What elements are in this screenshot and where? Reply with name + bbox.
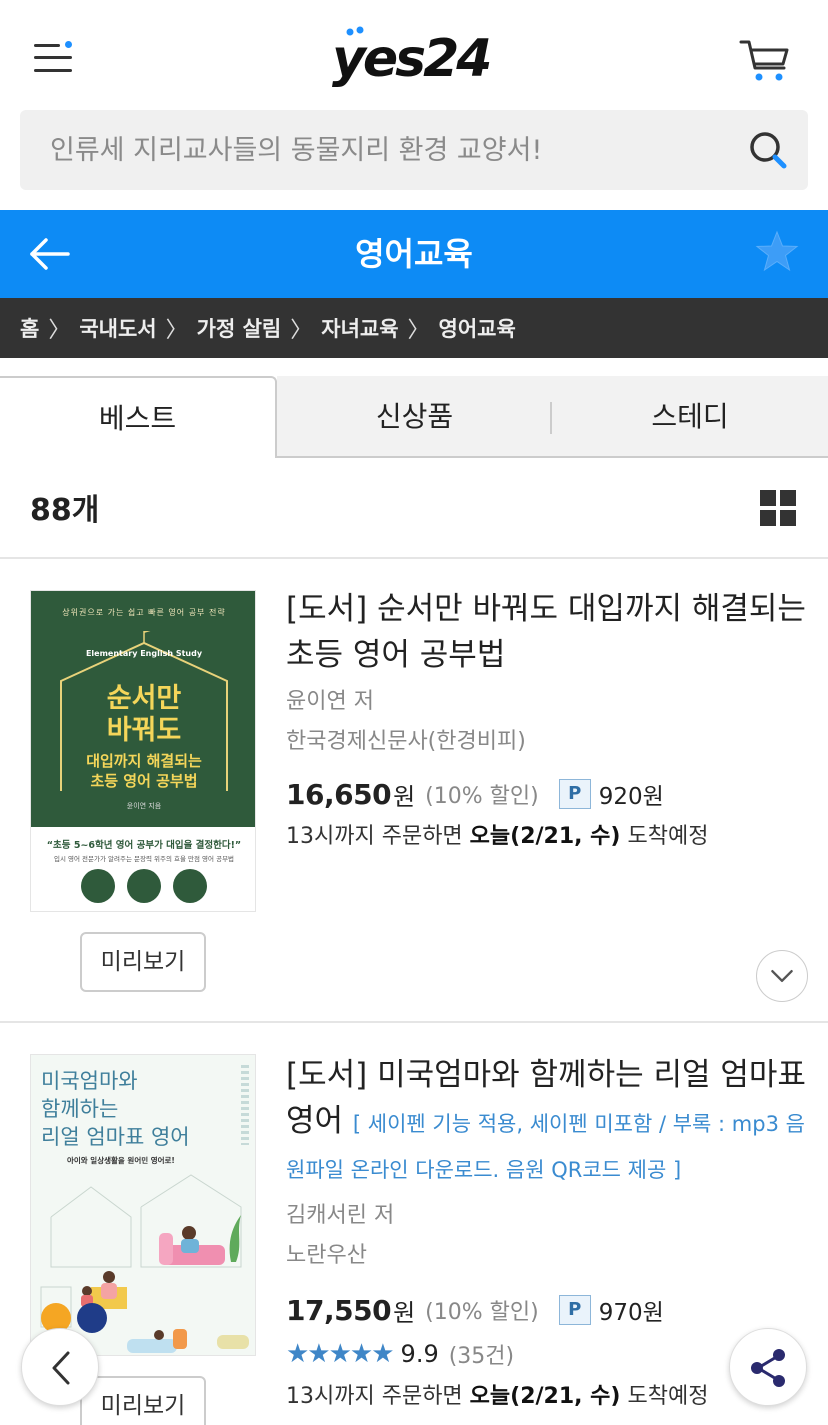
delivery-suffix: 도착예정 [627, 824, 709, 849]
logo-text: yes24 [332, 29, 490, 89]
delivery-prefix: 13시까지 주문하면 [286, 824, 463, 849]
cover-title: 미국엄마와 함께하는 리얼 엄마표 영어 [41, 1067, 190, 1151]
book-info: [도서] 미국엄마와 함께하는 리얼 엄마표 영어 [ 세이펜 기능 적용, 세… [286, 1052, 806, 1418]
delivery-info: 13시까지 주문하면 오늘(2/21, 수) 도착예정 [286, 816, 806, 858]
floating-share-button[interactable] [729, 1328, 807, 1406]
book-cover[interactable]: 상위권으로 가는 쉽고 빠른 영어 공부 전략 Elementary Engli… [30, 590, 256, 912]
rating-row: ★★★★★ 9.9 (35건) [286, 1332, 806, 1376]
page-title: 영어교육 [355, 235, 473, 273]
book-price: 16,650 [286, 777, 392, 811]
cover-title-3: 리얼 엄마표 영어 [41, 1125, 190, 1149]
cover-sub-title-2: 초등 영어 공부법 [90, 772, 198, 790]
cover-title-2: 함께하는 [41, 1097, 119, 1121]
discount-rate: (10% 할인) [425, 1300, 539, 1325]
share-icon [751, 1349, 785, 1387]
cover-circle [127, 869, 161, 903]
review-count[interactable]: (35건) [449, 1338, 514, 1370]
book-info: [도서] 순서만 바꿔도 대입까지 해결되는 초등 영어 공부법 윤이연 저 한… [286, 586, 806, 858]
point-icon: P [558, 779, 591, 809]
cover-author: 윤이연 지음 [126, 802, 162, 810]
cover-title-1: 미국엄마와 [41, 1069, 138, 1093]
search-icon[interactable] [748, 130, 790, 172]
delivery-info: 13시까지 주문하면 오늘(2/21, 수) 도착예정 [286, 1376, 806, 1418]
price-unit: 원 [393, 782, 416, 811]
hamburger-line [34, 56, 72, 59]
book-publisher[interactable]: 노란우산 [286, 1236, 806, 1276]
back-arrow-icon[interactable] [26, 232, 72, 276]
cover-tagline: 아이와 일상생활을 원어민 영어로! [67, 1156, 175, 1165]
breadcrumb-separator-icon: 〉 [165, 318, 188, 343]
delivery-date: 오늘(2/21, 수) [469, 1384, 621, 1409]
breadcrumb-separator-icon: 〉 [48, 318, 71, 343]
app-header: yes24 [0, 0, 828, 110]
point-amount: 920원 [598, 784, 664, 810]
category-title-bar: 영어교육 [0, 210, 828, 298]
breadcrumb-separator-icon: 〉 [290, 318, 313, 343]
floating-back-button[interactable] [21, 1328, 99, 1406]
tab-best[interactable]: 베스트 [0, 376, 277, 458]
cover-publisher-mark [217, 1335, 249, 1349]
rating-stars-icon: ★★★★★ [286, 1339, 395, 1369]
hamburger-line [34, 69, 72, 72]
cover-panel: 상위권으로 가는 쉽고 빠른 영어 공부 전략 Elementary Engli… [31, 591, 255, 827]
cover-sub-title: 대입까지 해결되는 초등 영어 공부법 [31, 751, 255, 791]
search-input[interactable] [50, 110, 740, 190]
breadcrumb-domestic-books[interactable]: 국내도서 [79, 313, 156, 343]
hamburger-menu-icon [34, 44, 60, 47]
book-price: 17,550 [286, 1293, 392, 1327]
cover-sub-title-1: 대입까지 해결되는 [86, 752, 202, 770]
breadcrumb-english-education[interactable]: 영어교육 [439, 313, 516, 343]
point-amount: 970원 [598, 1300, 664, 1326]
discount-rate: (10% 할인) [425, 784, 539, 809]
breadcrumb-separator-icon: 〉 [407, 318, 430, 343]
delivery-date: 오늘(2/21, 수) [469, 824, 621, 849]
breadcrumb-home-living[interactable]: 가정 살림 [197, 313, 282, 343]
breadcrumb: 홈 〉 국내도서 〉 가정 살림 〉 자녀교육 〉 영어교육 [0, 298, 828, 358]
book-title[interactable]: [도서] 순서만 바꿔도 대입까지 해결되는 초등 영어 공부법 [286, 586, 806, 678]
price-unit: 원 [393, 1298, 416, 1327]
cover-subtitle-en: Elementary English Study [85, 649, 203, 658]
price-row: 17,550 원 (10% 할인) P 970원 [286, 1288, 806, 1332]
book-author[interactable]: 김캐서린 저 [286, 1196, 806, 1236]
tab-divider [550, 402, 552, 434]
cover-quote-sub: 입시 영어 전문가가 알려주는 문장력 위주의 효율 만점 영어 공부법 [53, 855, 235, 863]
price-row: 16,650 원 (10% 할인) P 920원 [286, 772, 806, 816]
breadcrumb-parenting[interactable]: 자녀교육 [321, 313, 398, 343]
cover-circle [173, 869, 207, 903]
divider [0, 1021, 828, 1023]
cover-top-line: 상위권으로 가는 쉽고 빠른 영어 공부 전략 [62, 608, 226, 617]
cover-main-title: 순서만 바꿔도 [31, 683, 255, 747]
book-title-extra: [ 세이펜 기능 적용, 세이펜 미포함 / 부록 : mp3 음원파일 온라인… [286, 1112, 805, 1182]
menu-button[interactable] [34, 40, 74, 76]
book-title-block[interactable]: [도서] 미국엄마와 함께하는 리얼 엄마표 영어 [ 세이펜 기능 적용, 세… [286, 1052, 806, 1190]
book-publisher[interactable]: 한국경제신문사(한경비피) [286, 722, 806, 762]
chevron-left-icon [52, 1351, 70, 1385]
book-cover[interactable]: 미국엄마와 함께하는 리얼 엄마표 영어 아이와 일상생활을 원어민 영어로! [30, 1054, 256, 1356]
cover-main-title-1: 순서만 [106, 683, 182, 714]
search-bar [20, 110, 808, 190]
result-count: 88개 [30, 493, 100, 528]
cover-vertical-text [241, 1065, 249, 1145]
cart-icon[interactable] [738, 36, 792, 84]
rating-score: 9.9 [400, 1340, 439, 1368]
preview-button[interactable]: 미리보기 [80, 932, 206, 992]
sort-tabs: 신상품 스테디 베스트 [0, 376, 828, 458]
book-author[interactable]: 윤이연 저 [286, 682, 806, 722]
tab-new[interactable]: 신상품 [277, 376, 552, 458]
grid-view-icon[interactable] [760, 490, 796, 526]
cover-circles [81, 869, 211, 903]
cover-quote: “초등 5~6학년 영어 공부가 대입을 결정한다!” [46, 840, 242, 851]
yes24-logo[interactable]: yes24 [330, 24, 500, 90]
star-icon[interactable] [754, 229, 800, 275]
cover-circle [81, 869, 115, 903]
notification-dot [65, 41, 72, 48]
delivery-suffix: 도착예정 [627, 1384, 709, 1409]
chevron-down-icon[interactable] [756, 950, 808, 1002]
divider [0, 557, 828, 559]
cover-main-title-2: 바꿔도 [106, 715, 182, 746]
breadcrumb-home[interactable]: 홈 [20, 313, 39, 343]
tab-steady[interactable]: 스테디 [552, 376, 828, 458]
delivery-prefix: 13시까지 주문하면 [286, 1384, 463, 1409]
point-icon: P [558, 1295, 591, 1325]
